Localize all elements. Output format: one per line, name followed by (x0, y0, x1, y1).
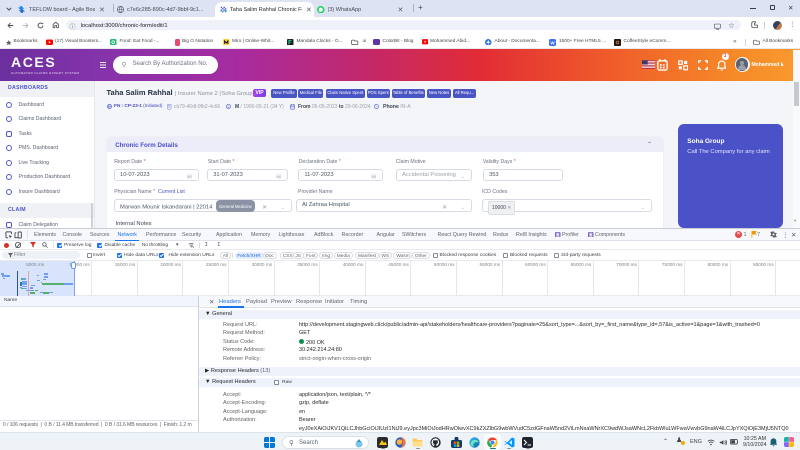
svg-text:W: W (550, 40, 555, 45)
